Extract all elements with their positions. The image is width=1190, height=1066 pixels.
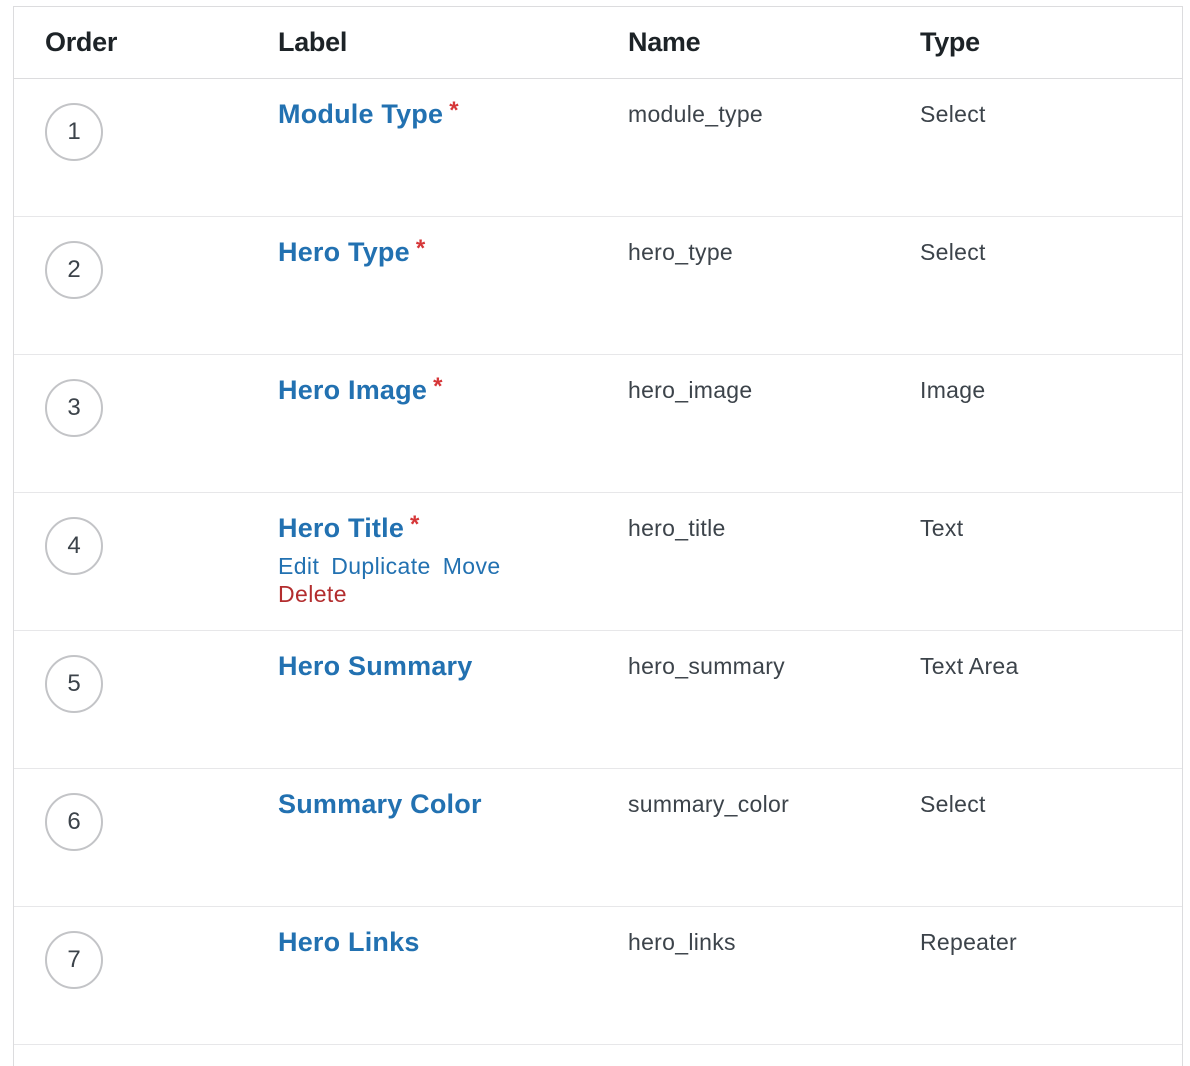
label-cell: Hero Image *	[278, 373, 608, 406]
order-handle[interactable]: 2	[45, 241, 103, 299]
label-cell: Summary Color	[278, 789, 608, 820]
field-name: summary_color	[628, 791, 790, 817]
move-link[interactable]: Move	[443, 553, 501, 579]
field-type: Select	[920, 101, 986, 127]
field-name: hero_links	[628, 929, 736, 955]
field-label-link[interactable]: Hero Links	[278, 927, 420, 957]
table-header: Order Label Name Type	[14, 7, 1182, 79]
header-label: Label	[278, 27, 348, 57]
label-cell: Hero Links	[278, 927, 608, 958]
field-name: hero_summary	[628, 653, 785, 679]
required-marker: *	[433, 373, 443, 400]
order-handle[interactable]: 7	[45, 931, 103, 989]
field-type: Select	[920, 239, 986, 265]
field-label-link[interactable]: Hero Title	[278, 513, 404, 543]
fields-table: Order Label Name Type 1 Module Type * mod…	[13, 6, 1183, 1066]
header-type: Type	[920, 27, 980, 57]
order-handle[interactable]: 5	[45, 655, 103, 713]
field-type: Image	[920, 377, 986, 403]
table-row: 4 Hero Title * Edit Duplicate Move Delete h…	[14, 493, 1182, 631]
duplicate-link[interactable]: Duplicate	[331, 553, 431, 579]
field-type: Text Area	[920, 653, 1019, 679]
table-row: 5 Hero Summary hero_summary Text Area	[14, 631, 1182, 769]
field-name: hero_image	[628, 377, 753, 403]
required-marker: *	[449, 97, 459, 124]
label-cell: Module Type *	[278, 97, 608, 130]
field-type: Text	[920, 515, 964, 541]
table-row: 6 Summary Color summary_color Select	[14, 769, 1182, 907]
label-cell: Hero Summary	[278, 651, 608, 682]
table-row: 2 Hero Type * hero_type Select	[14, 217, 1182, 355]
field-label-link[interactable]: Hero Type	[278, 237, 410, 267]
table-row: 7 Hero Links hero_links Repeater	[14, 907, 1182, 1045]
edit-link[interactable]: Edit	[278, 553, 319, 579]
required-marker: *	[415, 235, 426, 262]
field-type: Repeater	[920, 929, 1018, 955]
field-type: Select	[920, 791, 986, 817]
label-cell: Hero Type *	[278, 235, 608, 268]
field-label-link[interactable]: Hero Summary	[278, 651, 472, 681]
order-handle[interactable]: 1	[45, 103, 103, 161]
field-name: module_type	[628, 101, 763, 127]
field-label-link[interactable]: Module Type	[278, 99, 443, 129]
field-name: hero_type	[628, 239, 733, 265]
header-order[interactable]: Order	[45, 27, 117, 58]
table-row: 1 Module Type * module_type Select	[14, 79, 1182, 217]
required-marker: *	[410, 511, 420, 538]
field-name: hero_title	[628, 515, 726, 541]
label-cell: Hero Title * Edit Duplicate Move Delete	[278, 511, 608, 608]
order-handle[interactable]: 6	[45, 793, 103, 851]
delete-link[interactable]: Delete	[278, 580, 608, 608]
field-label-link[interactable]: Hero Image	[278, 375, 427, 405]
row-actions: Edit Duplicate Move Delete	[278, 552, 608, 608]
field-label-link[interactable]: Summary Color	[278, 789, 482, 819]
order-handle[interactable]: 4	[45, 517, 103, 575]
order-handle[interactable]: 3	[45, 379, 103, 437]
table-row: 3 Hero Image * hero_image Image	[14, 355, 1182, 493]
header-name: Name	[628, 27, 701, 57]
